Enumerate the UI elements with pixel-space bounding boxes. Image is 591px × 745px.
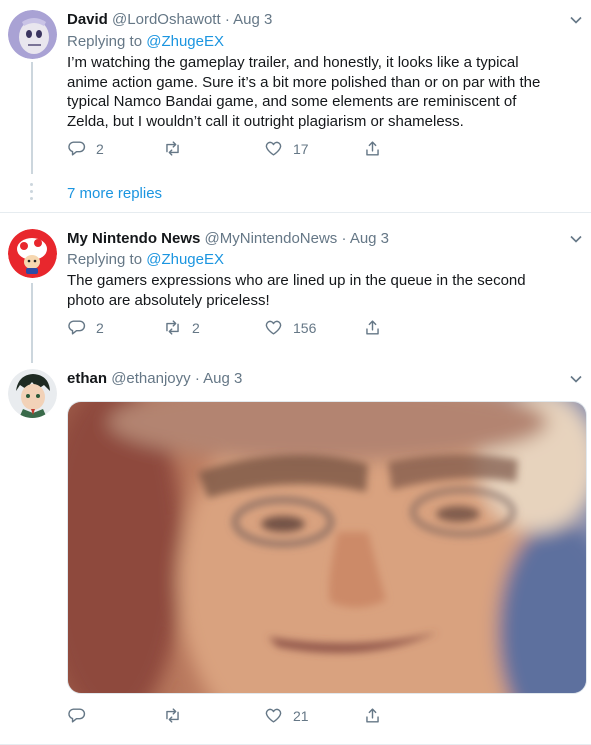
separator: ·	[194, 370, 200, 387]
timestamp[interactable]: Aug 3	[233, 11, 272, 28]
chevron-down-icon[interactable]	[569, 13, 583, 27]
like-count: 21	[293, 707, 309, 724]
retweet-icon	[166, 708, 179, 723]
tweet-actions: 21	[67, 706, 397, 728]
replying-to-link[interactable]: @ZhugeEX	[146, 251, 224, 268]
like-button[interactable]: 17	[264, 139, 309, 158]
reply-count: 2	[96, 140, 104, 157]
handle[interactable]: @MyNintendoNews	[205, 230, 338, 247]
share-button[interactable]	[363, 318, 392, 337]
tweet-text-line: Zelda, but I wouldn’t call it outright p…	[67, 112, 464, 130]
reply-icon	[68, 141, 86, 156]
chevron-down-icon[interactable]	[569, 232, 583, 246]
tweet-my-nintendo-news[interactable]: My Nintendo News @MyNintendoNews · Aug 3…	[0, 213, 591, 363]
handle[interactable]: @LordOshawott	[112, 11, 221, 28]
tweet-actions: 2 17	[67, 139, 397, 161]
tweet-text: I’m watching the gameplay trailer, and h…	[67, 53, 572, 131]
handle[interactable]: @ethanjoyy	[111, 370, 190, 387]
replying-to: Replying to @ZhugeEX	[67, 250, 224, 270]
tweet-text-line: anime action game. Sure it’s a bit more …	[67, 73, 541, 91]
replying-prefix: Replying to	[67, 33, 143, 50]
reply-icon	[68, 320, 86, 335]
tweet-text: The gamers expressions who are lined up …	[67, 271, 572, 310]
retweet-button[interactable]	[163, 706, 192, 725]
tweet-actions: 2 2 156	[67, 318, 397, 340]
tweet-text-line: The gamers expressions who are lined up …	[67, 272, 526, 289]
reply-count: 2	[96, 319, 104, 336]
share-icon	[366, 141, 379, 156]
like-count: 156	[293, 319, 317, 336]
thread-line	[31, 283, 33, 363]
share-button[interactable]	[363, 139, 392, 158]
tweet-david[interactable]: David @LordOshawott · Aug 3 Replying to …	[0, 0, 591, 212]
separator: ·	[341, 230, 347, 247]
replying-prefix: Replying to	[67, 251, 143, 268]
reply-button[interactable]: 2	[67, 318, 104, 337]
like-icon	[265, 708, 282, 723]
thread-line	[31, 62, 33, 174]
tweet-photo[interactable]	[67, 401, 587, 694]
avatar[interactable]	[8, 369, 57, 418]
replying-to-link[interactable]: @ZhugeEX	[146, 33, 224, 50]
avatar[interactable]	[8, 10, 57, 59]
thread-ellipsis	[30, 183, 34, 204]
retweet-button[interactable]	[163, 139, 192, 158]
like-icon	[265, 141, 282, 156]
like-icon	[265, 320, 282, 335]
reply-button[interactable]: 2	[67, 139, 104, 158]
like-count: 17	[293, 140, 309, 157]
retweet-button[interactable]: 2	[163, 318, 200, 337]
tweet-header: David @LordOshawott · Aug 3	[67, 10, 272, 30]
tweet-header: ethan @ethanjoyy · Aug 3	[67, 369, 242, 389]
tweet-text-line: typical Namco Bandai game, and some elem…	[67, 93, 517, 110]
avatar[interactable]	[8, 229, 57, 278]
tweet-text-line: photo are absolutely priceless!	[67, 291, 270, 309]
like-button[interactable]: 156	[264, 318, 316, 337]
share-icon	[366, 708, 379, 723]
retweet-icon	[166, 320, 179, 335]
chevron-down-icon[interactable]	[569, 372, 583, 386]
like-button[interactable]: 21	[264, 706, 309, 725]
separator: ·	[224, 11, 230, 28]
share-icon	[366, 320, 379, 335]
retweet-icon	[166, 141, 179, 156]
tweet-header: My Nintendo News @MyNintendoNews · Aug 3	[67, 229, 389, 249]
retweet-count: 2	[192, 319, 200, 336]
reply-icon	[68, 708, 86, 723]
display-name[interactable]: David	[67, 11, 108, 28]
display-name[interactable]: My Nintendo News	[67, 230, 200, 247]
reply-button[interactable]	[67, 706, 96, 725]
timestamp[interactable]: Aug 3	[350, 230, 389, 247]
more-replies-link[interactable]: 7 more replies	[67, 185, 162, 202]
share-button[interactable]	[363, 706, 392, 725]
replying-to: Replying to @ZhugeEX	[67, 32, 224, 52]
tweet-text-line: I’m watching the gameplay trailer, and h…	[67, 54, 519, 71]
timestamp[interactable]: Aug 3	[203, 370, 242, 387]
display-name[interactable]: ethan	[67, 370, 107, 387]
